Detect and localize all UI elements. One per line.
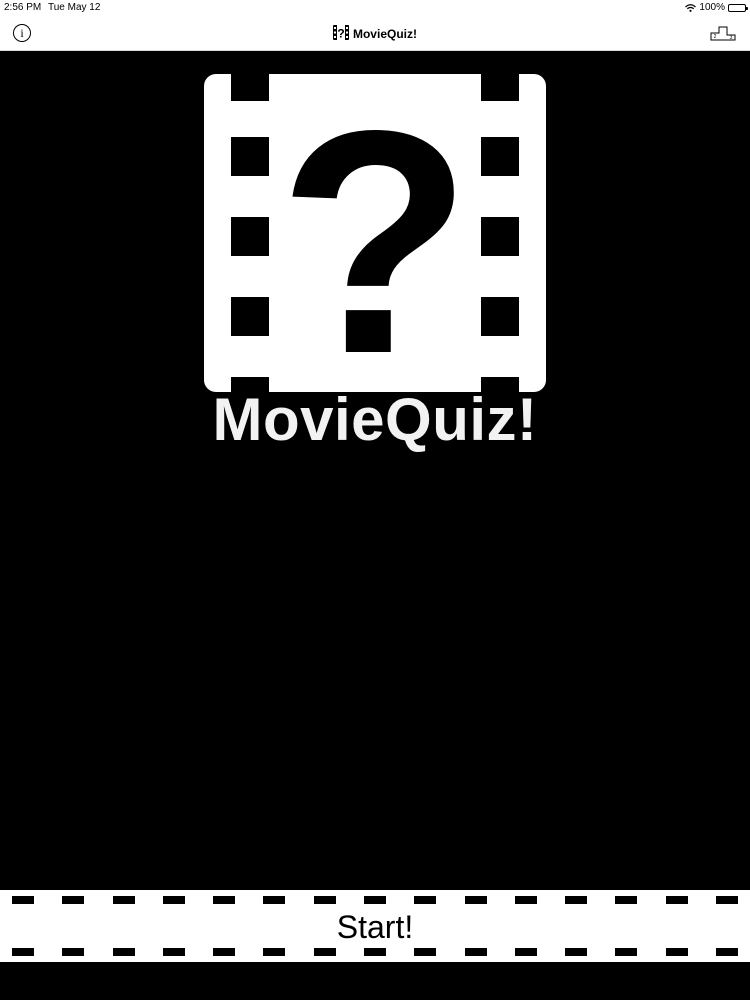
leaderboard-button[interactable]: 2 3 — [710, 25, 736, 41]
start-button[interactable]: Start! — [0, 890, 750, 962]
status-time: 2:56 PM — [4, 2, 42, 13]
start-button-label: Start! — [336, 909, 414, 945]
film-question-logo: ? — [204, 74, 546, 392]
navigation-bar: i ? MovieQuiz! 2 3 — [0, 16, 750, 51]
film-perforation-top — [0, 896, 750, 904]
svg-text:?: ? — [337, 26, 344, 40]
bottom-area — [0, 962, 750, 1000]
battery-percent: 100% — [699, 2, 725, 13]
status-right: 100% — [685, 0, 748, 16]
app-name-title: MovieQuiz! — [212, 386, 538, 453]
podium-icon: 2 3 — [710, 25, 736, 41]
podium-rank-3: 3 — [730, 35, 733, 41]
wifi-icon — [685, 4, 697, 12]
podium-rank-2: 2 — [714, 34, 717, 40]
app-screen: 2:56 PM Tue May 12 100% i ? MovieQuiz! 2… — [0, 0, 750, 1000]
svg-text:?: ? — [278, 74, 472, 392]
main-area: ? MovieQuiz! — [0, 51, 750, 890]
nav-title: ? MovieQuiz! — [0, 16, 750, 51]
status-date: Tue May 12 — [48, 2, 101, 13]
battery-icon — [728, 4, 748, 12]
status-bar: 2:56 PM Tue May 12 100% — [0, 0, 750, 16]
nav-title-text: MovieQuiz! — [352, 26, 417, 41]
film-perforation-bottom — [0, 948, 750, 956]
movie-question-icon: ? — [332, 24, 349, 43]
